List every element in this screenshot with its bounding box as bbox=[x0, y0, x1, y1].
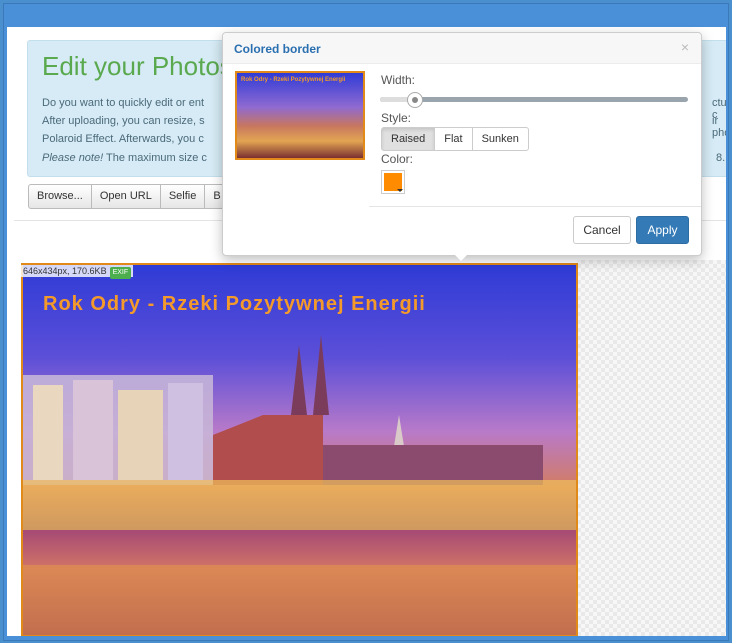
transparent-canvas-area bbox=[577, 260, 726, 636]
style-option-flat[interactable]: Flat bbox=[434, 127, 473, 151]
color-picker-swatch[interactable] bbox=[381, 170, 405, 194]
note-prefix: Please note! bbox=[42, 152, 104, 164]
edited-photo[interactable]: Rok Odry - Rzeki Pozytywnej Energii bbox=[21, 263, 578, 636]
browse-button[interactable]: Browse... bbox=[28, 184, 92, 209]
close-icon[interactable]: × bbox=[681, 39, 689, 55]
image-size-text: 646x434px, 170.6KB bbox=[23, 266, 107, 276]
width-slider[interactable] bbox=[380, 92, 688, 108]
popover-pointer bbox=[454, 254, 468, 261]
style-option-sunken[interactable]: Sunken bbox=[471, 127, 529, 151]
width-slider-handle[interactable] bbox=[407, 92, 423, 108]
style-option-raised[interactable]: Raised bbox=[381, 127, 436, 151]
info-line-2-right: ir phot bbox=[712, 115, 726, 139]
popover-header: Colored border × bbox=[223, 33, 701, 64]
style-selector: Raised Flat Sunken bbox=[381, 127, 529, 151]
colored-border-popover: Colored border × Rok Odry - Rzeki Pozyty… bbox=[222, 32, 702, 261]
dropdown-arrow-icon bbox=[397, 189, 403, 192]
popover-title: Colored border bbox=[234, 42, 321, 56]
info-line-3: Polaroid Effect. Afterwards, you c bbox=[42, 133, 204, 145]
cancel-button[interactable]: Cancel bbox=[573, 216, 631, 244]
photo-scene-icon bbox=[23, 335, 576, 635]
width-label: Width: bbox=[381, 73, 416, 87]
info-line-2: After uploading, you can resize, s bbox=[42, 115, 205, 127]
popover-footer-divider bbox=[369, 206, 701, 207]
thumbnail-text: Rok Odry - Rzeki Pozytywnej Energii bbox=[241, 77, 346, 83]
upload-toolbar: Browse... Open URL Selfie B bbox=[28, 184, 230, 209]
open-url-button[interactable]: Open URL bbox=[90, 184, 161, 209]
image-meta: 646x434px, 170.6KB EXIF bbox=[21, 265, 134, 279]
exif-badge[interactable]: EXIF bbox=[109, 267, 132, 279]
note-text: The maximum size c bbox=[103, 152, 207, 164]
style-label: Style: bbox=[381, 111, 412, 125]
apply-button[interactable]: Apply bbox=[636, 216, 689, 244]
page-title: Edit your Photos bbox=[42, 51, 233, 81]
selfie-button[interactable]: Selfie bbox=[159, 184, 206, 209]
photo-overlay-text: Rok Odry - Rzeki Pozytywnej Energii bbox=[43, 293, 426, 315]
color-label: Color: bbox=[381, 152, 414, 166]
info-line-4-right: 8. bbox=[716, 152, 726, 164]
info-line-1: Do you want to quickly edit or ent bbox=[42, 97, 205, 109]
info-line-4: Please note! The maximum size c bbox=[42, 152, 207, 164]
preview-thumbnail: Rok Odry - Rzeki Pozytywnej Energii bbox=[235, 71, 365, 160]
